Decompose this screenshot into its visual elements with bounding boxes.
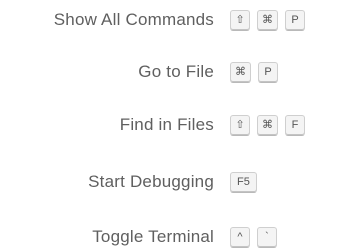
p-key: P <box>258 61 278 83</box>
shortcut-label: Find in Files <box>119 115 214 134</box>
shortcut-row-toggle-terminal: Toggle Terminal ^ ` <box>0 222 341 252</box>
shortcut-keys: ^ ` <box>230 222 277 252</box>
shift-key: ⇧ <box>230 114 250 136</box>
shortcut-row-go-to-file: Go to File ⌘ P <box>0 57 341 87</box>
shortcut-label: Start Debugging <box>88 172 214 191</box>
shortcut-keys: ⌘ P <box>230 57 278 87</box>
control-key: ^ <box>230 226 250 248</box>
shortcut-label: Toggle Terminal <box>92 227 214 246</box>
shortcut-keys: F5 <box>230 167 257 197</box>
command-key: ⌘ <box>257 114 278 136</box>
f-key: F <box>285 114 305 136</box>
shortcut-row-show-all-commands: Show All Commands ⇧ ⌘ P <box>0 5 341 35</box>
f5-key: F5 <box>230 171 257 193</box>
shortcut-row-find-in-files: Find in Files ⇧ ⌘ F <box>0 110 341 140</box>
shortcut-keys: ⇧ ⌘ F <box>230 110 305 140</box>
p-key: P <box>285 9 305 31</box>
shift-key: ⇧ <box>230 9 250 31</box>
shortcut-row-start-debugging: Start Debugging F5 <box>0 167 341 197</box>
shortcut-keys: ⇧ ⌘ P <box>230 5 305 35</box>
command-key: ⌘ <box>230 61 251 83</box>
backtick-key: ` <box>257 226 277 248</box>
command-key: ⌘ <box>257 9 278 31</box>
shortcut-label: Go to File <box>138 62 214 81</box>
shortcut-label: Show All Commands <box>53 10 214 29</box>
keyboard-shortcut-hints: Show All Commands ⇧ ⌘ P Go to File ⌘ P F… <box>0 0 341 252</box>
